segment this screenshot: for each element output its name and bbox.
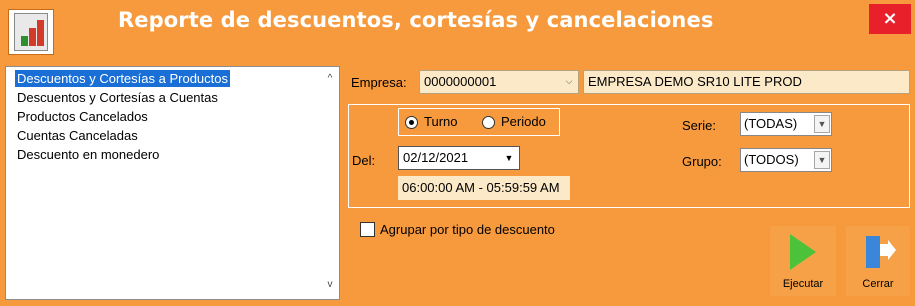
serie-select[interactable]: (TODAS) ▼: [740, 112, 832, 136]
close-window-button[interactable]: ×: [869, 4, 911, 34]
empresa-dropdown-icon[interactable]: ⌵: [561, 73, 577, 91]
serie-dropdown-icon[interactable]: ▼: [814, 115, 830, 133]
exit-button[interactable]: Cerrar: [846, 226, 910, 296]
scroll-up-icon[interactable]: ^: [324, 73, 336, 85]
exit-door-icon: [866, 236, 896, 268]
report-list[interactable]: Descuentos y Cortesías a Productos Descu…: [5, 66, 340, 300]
list-item[interactable]: Descuentos y Cortesías a Productos: [15, 70, 230, 87]
list-item[interactable]: Productos Cancelados: [15, 108, 150, 125]
serie-label: Serie:: [682, 118, 716, 133]
list-item[interactable]: Descuentos y Cortesías a Cuentas: [15, 89, 220, 106]
play-icon: [790, 234, 816, 270]
grupo-label: Grupo:: [682, 154, 722, 169]
turno-label[interactable]: Turno: [424, 114, 457, 129]
title-bar: Reporte de descuentos, cortesías y cance…: [0, 0, 915, 58]
grupo-select[interactable]: (TODOS) ▼: [740, 148, 832, 172]
list-scrollbar[interactable]: ^ v: [321, 67, 339, 299]
group-by-discount-label[interactable]: Agrupar por tipo de descuento: [380, 222, 555, 237]
run-button[interactable]: Ejecutar: [770, 226, 836, 296]
empresa-name-field: EMPRESA DEMO SR10 LITE PROD: [583, 70, 910, 94]
turno-radio[interactable]: [405, 116, 418, 129]
run-label: Ejecutar: [782, 278, 824, 290]
report-chart-icon: [8, 9, 54, 55]
time-range: 06:00:00 AM - 05:59:59 AM: [398, 176, 570, 200]
date-value[interactable]: 02/12/2021: [403, 150, 468, 165]
group-by-discount-checkbox[interactable]: [360, 222, 375, 237]
serie-value[interactable]: (TODAS): [744, 116, 797, 131]
grupo-dropdown-icon[interactable]: ▼: [814, 151, 830, 169]
periodo-label[interactable]: Periodo: [501, 114, 546, 129]
list-item[interactable]: Cuentas Canceladas: [15, 127, 140, 144]
empresa-label: Empresa:: [351, 75, 407, 90]
list-item[interactable]: Descuento en monedero: [15, 146, 161, 163]
window-title: Reporte de descuentos, cortesías y cance…: [118, 8, 714, 32]
scroll-down-icon[interactable]: v: [324, 279, 336, 291]
grupo-value[interactable]: (TODOS): [744, 152, 799, 167]
exit-label: Cerrar: [862, 278, 894, 290]
empresa-code-field[interactable]: 0000000001: [419, 70, 579, 94]
calendar-dropdown-icon[interactable]: ▼: [501, 149, 517, 167]
date-picker[interactable]: 02/12/2021 ▼: [398, 146, 520, 170]
periodo-radio[interactable]: [482, 116, 495, 129]
del-label: Del:: [352, 153, 376, 168]
